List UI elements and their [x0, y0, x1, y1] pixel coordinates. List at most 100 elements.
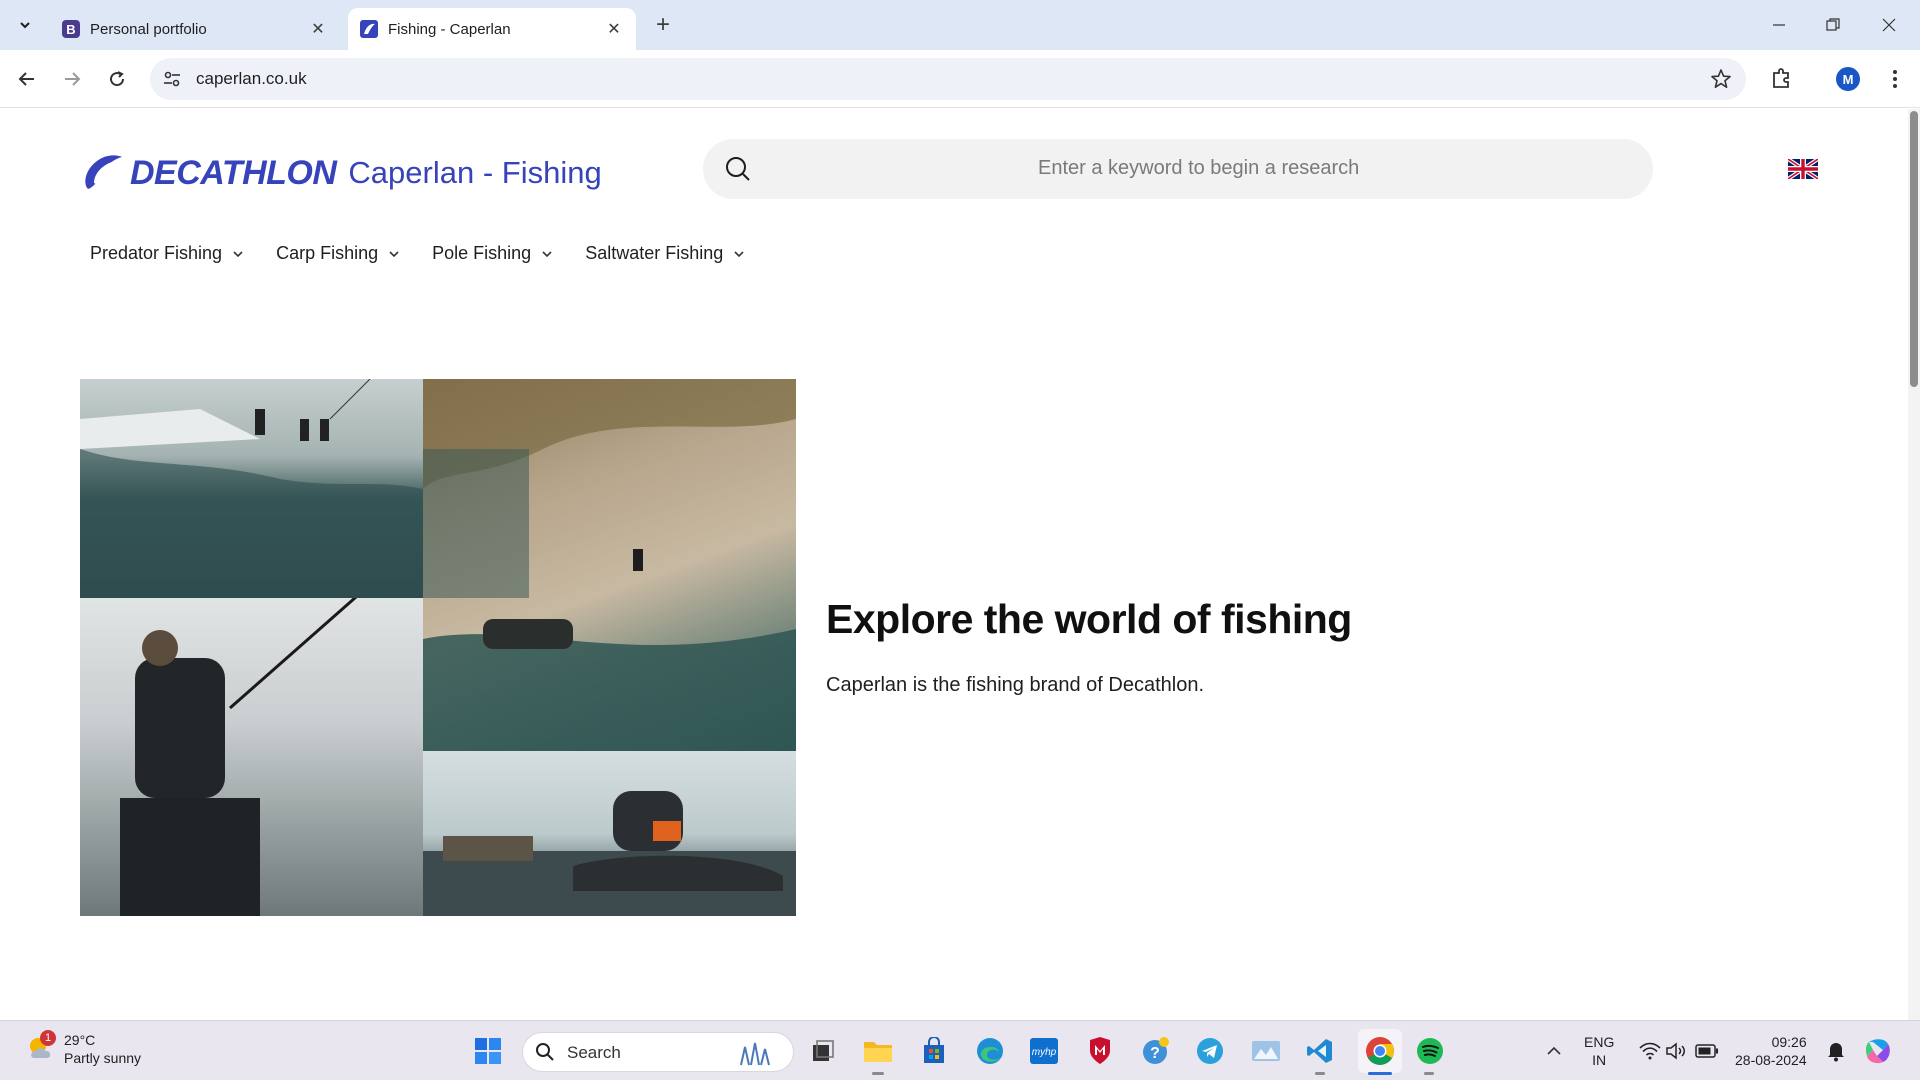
nav-item-label: Carp Fishing [276, 243, 379, 263]
search-icon [536, 1043, 554, 1061]
tab-personal-portfolio[interactable]: B Personal portfolio ✕ [50, 8, 340, 50]
browser-toolbar: caperlan.co.uk M [0, 50, 1920, 108]
search-highlight-icon [740, 1042, 770, 1066]
notification-badge: 1 [40, 1030, 56, 1046]
tab-title: Personal portfolio [90, 20, 207, 38]
nav-item-label: Saltwater Fishing [585, 243, 724, 263]
notification-bell-icon[interactable] [1820, 1035, 1852, 1067]
close-window-icon[interactable] [1874, 10, 1904, 40]
address-bar[interactable]: caperlan.co.uk [150, 58, 1746, 100]
hero-photo-collage [80, 379, 796, 916]
show-hidden-icons-chevron-up-icon[interactable] [1538, 1035, 1570, 1067]
hero-subtitle: Caperlan is the fishing brand of Decathl… [826, 674, 1205, 696]
forward-button[interactable] [55, 62, 89, 96]
system-clock[interactable]: 09:26 28-08-2024 [1735, 1033, 1807, 1069]
volume-icon[interactable] [1660, 1035, 1692, 1067]
file-explorer-icon[interactable] [862, 1035, 894, 1067]
site-search-bar[interactable]: Enter a keyword to begin a research [703, 139, 1653, 199]
browser-tab-strip: B Personal portfolio ✕ Fishing - Caperla… [0, 0, 1920, 50]
nav-item-saltwater-fishing[interactable]: Saltwater Fishing [585, 243, 745, 264]
partly-sunny-icon: 1 [26, 1030, 56, 1064]
close-tab-icon[interactable]: ✕ [308, 19, 328, 39]
nav-item-label: Pole Fishing [432, 243, 532, 263]
close-tab-icon[interactable]: ✕ [604, 19, 624, 39]
weather-widget[interactable]: 1 29°C Partly sunny [26, 1030, 142, 1067]
language-code: ENG [1584, 1034, 1615, 1050]
decathlon-swirl-icon [85, 155, 122, 189]
photo-boat-anglers [80, 379, 423, 598]
arrow-left-icon [18, 72, 34, 86]
vscode-icon[interactable] [1304, 1035, 1336, 1067]
taskbar-search-label: Search [567, 1043, 621, 1062]
site-info-icon[interactable] [162, 69, 182, 89]
nav-item-predator-fishing[interactable]: Predator Fishing [90, 243, 244, 264]
uk-flag-icon[interactable] [1788, 159, 1818, 179]
new-tab-button[interactable]: + [650, 11, 676, 38]
task-view-icon[interactable] [807, 1035, 839, 1067]
bootstrap-B-icon: B [62, 20, 80, 38]
photo-float-tube-angler [423, 751, 796, 916]
browser-menu-button[interactable] [1880, 64, 1910, 94]
battery-icon[interactable] [1691, 1035, 1723, 1067]
copilot-icon[interactable] [1862, 1035, 1894, 1067]
help-app-icon[interactable]: ? [1140, 1035, 1172, 1067]
puzzle-icon [1773, 68, 1789, 88]
svg-text:?: ? [1150, 1045, 1160, 1062]
photo-overlay [423, 449, 529, 598]
windows-taskbar: 1 29°C Partly sunny Search myhp ? ENG IN… [0, 1020, 1920, 1080]
minimize-window-icon[interactable] [1764, 10, 1794, 40]
chevron-down-icon [389, 250, 399, 257]
region-code: IN [1592, 1052, 1607, 1068]
language-indicator[interactable]: ENG IN [1584, 1033, 1614, 1069]
chevron-down-icon [20, 22, 30, 29]
reload-button[interactable] [100, 62, 134, 96]
clock-date: 28-08-2024 [1735, 1052, 1807, 1068]
profile-avatar[interactable]: M [1836, 67, 1860, 91]
chevron-down-icon [233, 250, 243, 257]
nav-item-pole-fishing[interactable]: Pole Fishing [432, 243, 553, 264]
url-text[interactable]: caperlan.co.uk [196, 69, 307, 89]
photos-app-icon[interactable] [1250, 1035, 1282, 1067]
telegram-icon[interactable] [1194, 1035, 1226, 1067]
more-vertical-icon [1893, 70, 1897, 88]
myhp-icon[interactable]: myhp [1028, 1035, 1060, 1067]
taskbar-search[interactable]: Search [522, 1032, 794, 1072]
spotify-icon[interactable] [1414, 1035, 1446, 1067]
reload-icon [110, 71, 125, 87]
svg-text:B: B [66, 22, 75, 37]
back-button[interactable] [10, 62, 44, 96]
edge-browser-icon[interactable] [974, 1035, 1006, 1067]
nav-item-label: Predator Fishing [90, 243, 223, 263]
restore-window-icon[interactable] [1818, 10, 1848, 40]
weather-temperature: 29°C [64, 1032, 96, 1048]
weather-condition: Partly sunny [64, 1050, 142, 1066]
tab-search-button[interactable] [10, 10, 40, 40]
bookmark-star-icon[interactable] [1710, 68, 1732, 90]
site-subtitle: Caperlan - Fishing [348, 155, 602, 190]
page-scrollbar[interactable] [1908, 109, 1920, 1020]
svg-text:myhp: myhp [1032, 1047, 1057, 1058]
active-app-indicator [1368, 1072, 1392, 1075]
hero-title: Explore the world of fishing [826, 596, 1352, 642]
chrome-icon[interactable] [1358, 1029, 1402, 1073]
main-navigation: Predator Fishing Carp Fishing Pole Fishi… [90, 243, 777, 264]
nav-item-carp-fishing[interactable]: Carp Fishing [276, 243, 400, 264]
chevron-down-icon [542, 250, 552, 257]
running-indicator [872, 1072, 884, 1075]
search-icon[interactable] [723, 154, 753, 184]
brand-name: DECATHLON [130, 153, 337, 192]
site-logo[interactable]: DECATHLON Caperlan - Fishing [80, 149, 602, 197]
running-indicator [1315, 1072, 1325, 1075]
tab-fishing-caperlan[interactable]: Fishing - Caperlan ✕ [348, 8, 636, 50]
scrollbar-thumb[interactable] [1910, 111, 1918, 387]
running-indicator [1424, 1072, 1434, 1075]
windows-start-icon[interactable] [472, 1035, 504, 1067]
microsoft-store-icon[interactable] [918, 1035, 950, 1067]
web-page: DECATHLON Caperlan - Fishing Enter a key… [0, 109, 1920, 1020]
extensions-button[interactable] [1766, 64, 1796, 94]
photo-pole-angler [80, 598, 423, 916]
mcafee-icon[interactable] [1084, 1035, 1116, 1067]
search-placeholder: Enter a keyword to begin a research [1038, 157, 1360, 179]
decathlon-swirl-icon [360, 20, 378, 38]
chevron-down-icon [734, 250, 744, 257]
